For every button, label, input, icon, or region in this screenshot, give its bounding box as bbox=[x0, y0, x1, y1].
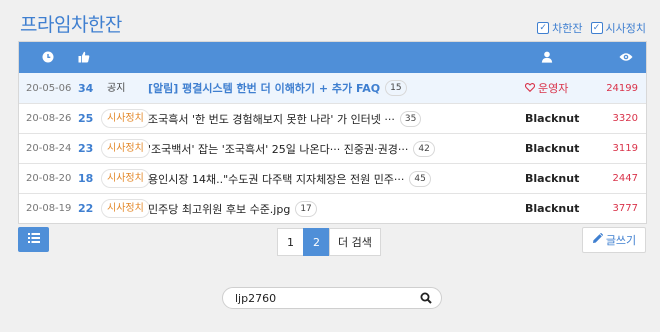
post-date: 20-08-24 bbox=[26, 143, 72, 154]
thumbs-up-icon bbox=[77, 50, 91, 64]
filter-label: 시사정치 bbox=[605, 22, 646, 35]
view-count: 3777 bbox=[612, 203, 638, 214]
table-row[interactable]: 20-08-19 22 시사정치 민주당 최고위원 후보 수준.jpg 17 B… bbox=[19, 193, 646, 223]
author-name: 운영자 bbox=[538, 82, 569, 95]
post-author[interactable]: 운영자 bbox=[524, 80, 569, 96]
list-header bbox=[19, 42, 646, 73]
list-icon bbox=[27, 233, 40, 246]
list-view-button[interactable] bbox=[18, 227, 49, 252]
table-row[interactable]: 20-05-06 34 공지 [알림] 평결시스템 한번 더 이해하기 + 추가… bbox=[19, 73, 646, 103]
user-icon bbox=[540, 50, 554, 64]
post-title-cell[interactable]: 용인시장 14채.."수도권 다주택 지자체장은 전원 민주··· 45 bbox=[148, 170, 431, 187]
search-box[interactable]: ljp2760 bbox=[222, 287, 442, 309]
post-title-cell[interactable]: 조국흑서 '한 번도 경험해보지 못한 나라' 가 인터넷 ··· 35 bbox=[148, 110, 422, 127]
view-count: 3119 bbox=[612, 143, 638, 154]
page-1-button[interactable]: 1 bbox=[277, 228, 304, 256]
notice-badge: 공지 bbox=[107, 82, 126, 94]
category-cell: 공지 bbox=[101, 79, 131, 98]
filter-sisajeongchi[interactable]: ✓ 시사정치 bbox=[590, 20, 646, 36]
table-row[interactable]: 20-08-24 23 시사정치 '조국백서' 잡는 '조국흑서' 25일 나온… bbox=[19, 133, 646, 163]
post-author[interactable]: Blacknut bbox=[525, 202, 579, 215]
post-date: 20-08-26 bbox=[26, 113, 72, 124]
heart-icon bbox=[524, 82, 536, 95]
category-badge[interactable]: 시사정치 bbox=[101, 109, 150, 128]
like-count: 18 bbox=[78, 172, 94, 185]
view-count: 2447 bbox=[612, 173, 638, 184]
post-date: 20-08-20 bbox=[26, 173, 72, 184]
category-cell: 시사정치 bbox=[101, 109, 150, 128]
more-search-button[interactable]: 더 검색 bbox=[329, 228, 381, 256]
comment-count-badge: 15 bbox=[385, 80, 407, 96]
like-count: 34 bbox=[78, 81, 94, 95]
post-title-cell[interactable]: '조국백서' 잡는 '조국흑서' 25일 나온다··· 진중권·권경··· 42 bbox=[148, 140, 435, 157]
checkbox-checked-icon[interactable]: ✓ bbox=[537, 22, 550, 34]
category-badge[interactable]: 시사정치 bbox=[101, 139, 150, 158]
post-author[interactable]: Blacknut bbox=[525, 142, 579, 155]
search-icon[interactable] bbox=[419, 291, 433, 305]
pencil-icon bbox=[592, 232, 604, 247]
comment-count-badge: 42 bbox=[413, 140, 435, 157]
table-row[interactable]: 20-08-26 25 시사정치 조국흑서 '한 번도 경험해보지 못한 나라'… bbox=[19, 103, 646, 133]
post-list: 20-05-06 34 공지 [알림] 평결시스템 한번 더 이해하기 + 추가… bbox=[18, 41, 647, 224]
category-badge[interactable]: 시사정치 bbox=[101, 199, 150, 218]
post-title-cell[interactable]: 민주당 최고위원 후보 수준.jpg 17 bbox=[148, 200, 317, 217]
eye-icon bbox=[619, 50, 633, 64]
view-count: 3320 bbox=[612, 113, 638, 124]
board-title[interactable]: 프라임차한잔 bbox=[20, 10, 122, 37]
filter-group: ✓ 차한잔 ✓ 시사정치 bbox=[537, 20, 646, 36]
category-badge[interactable]: 시사정치 bbox=[101, 169, 150, 188]
comment-count-badge: 45 bbox=[409, 170, 431, 187]
pagination: 1 2 더 검색 bbox=[277, 228, 381, 256]
comment-count-badge: 17 bbox=[295, 200, 317, 217]
filter-chahanjan[interactable]: ✓ 차한잔 bbox=[537, 20, 583, 36]
like-count: 25 bbox=[78, 112, 94, 125]
category-cell: 시사정치 bbox=[101, 139, 150, 158]
category-cell: 시사정치 bbox=[101, 169, 150, 188]
post-title-link[interactable]: [알림] 평결시스템 한번 더 이해하기 + 추가 FAQ bbox=[148, 80, 380, 96]
page-2-button[interactable]: 2 bbox=[303, 228, 330, 256]
write-label: 글쓰기 bbox=[605, 234, 637, 247]
post-title-link[interactable]: 민주당 최고위원 후보 수준.jpg bbox=[148, 201, 290, 217]
category-cell: 시사정치 bbox=[101, 199, 150, 218]
search-input[interactable]: ljp2760 bbox=[235, 292, 419, 305]
post-title-link[interactable]: '조국백서' 잡는 '조국흑서' 25일 나온다··· 진중권·권경··· bbox=[148, 141, 408, 157]
write-post-button[interactable]: 글쓰기 bbox=[582, 227, 646, 253]
table-row[interactable]: 20-08-20 18 시사정치 용인시장 14채.."수도권 다주택 지자체장… bbox=[19, 163, 646, 193]
filter-label: 차한잔 bbox=[552, 22, 583, 35]
post-author[interactable]: Blacknut bbox=[525, 172, 579, 185]
post-title-cell[interactable]: [알림] 평결시스템 한번 더 이해하기 + 추가 FAQ 15 bbox=[148, 80, 407, 96]
checkbox-checked-icon[interactable]: ✓ bbox=[590, 22, 603, 34]
like-count: 22 bbox=[78, 202, 94, 215]
post-title-link[interactable]: 용인시장 14채.."수도권 다주택 지자체장은 전원 민주··· bbox=[148, 171, 404, 187]
comment-count-badge: 35 bbox=[399, 110, 422, 127]
post-date: 20-05-06 bbox=[26, 82, 72, 94]
post-author[interactable]: Blacknut bbox=[525, 112, 579, 125]
post-date: 20-08-19 bbox=[26, 203, 72, 214]
view-count: 24199 bbox=[606, 82, 638, 94]
clock-icon bbox=[41, 50, 55, 64]
like-count: 23 bbox=[78, 142, 94, 155]
post-title-link[interactable]: 조국흑서 '한 번도 경험해보지 못한 나라' 가 인터넷 ··· bbox=[148, 111, 395, 127]
